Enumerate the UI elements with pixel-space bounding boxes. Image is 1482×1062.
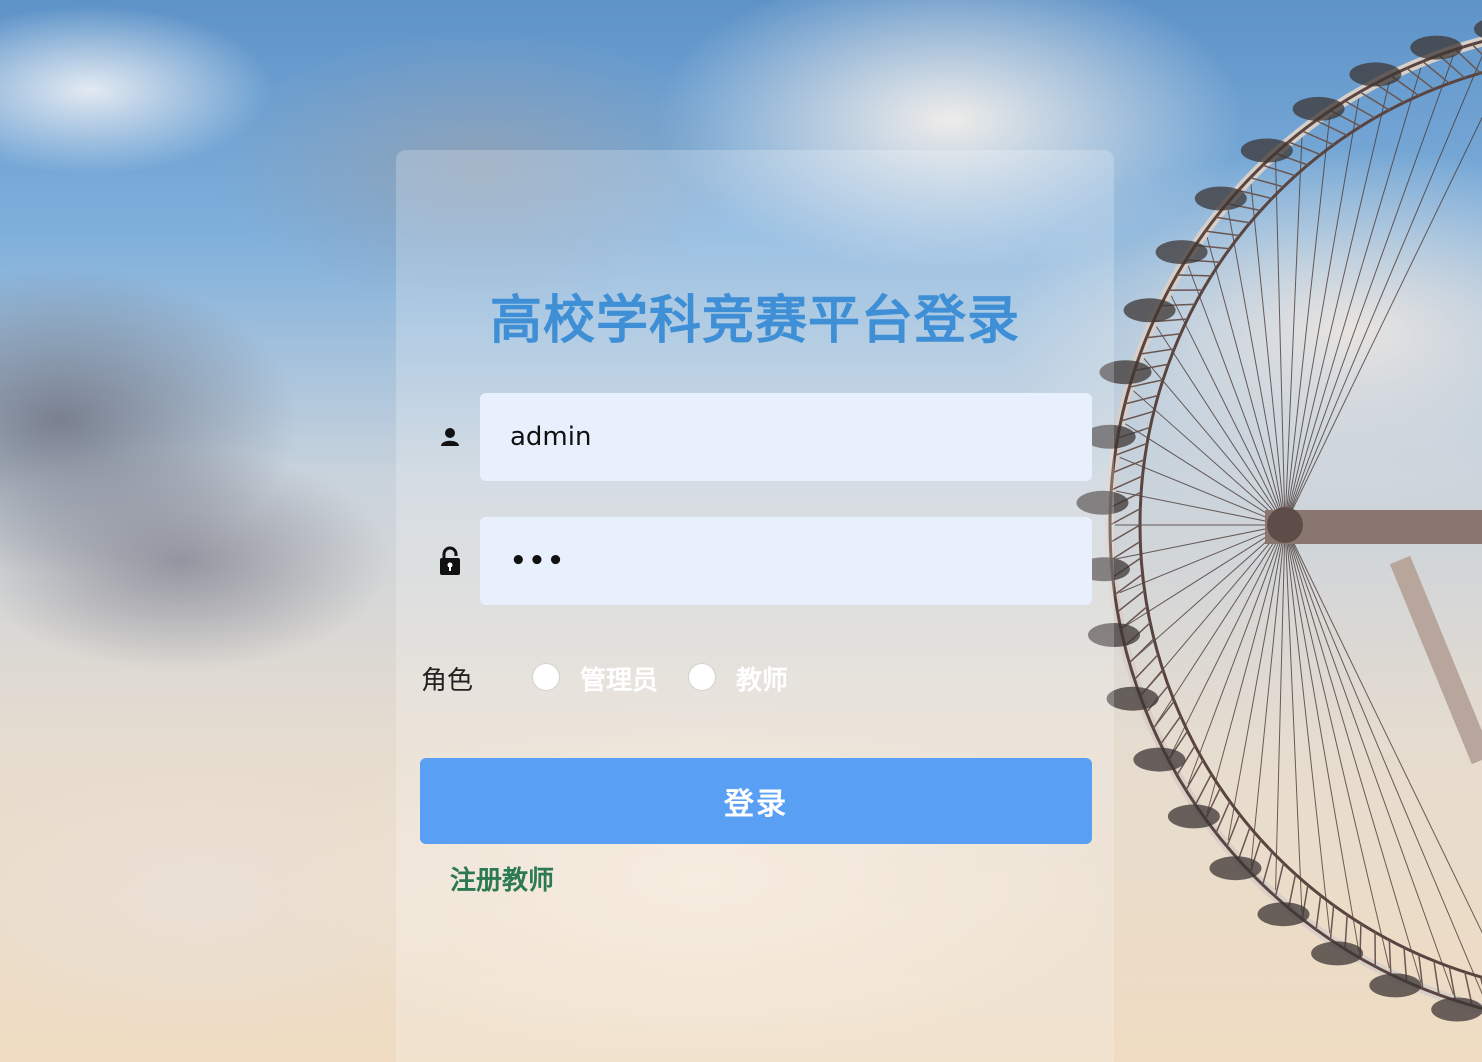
role-option-admin-label[interactable]: 管理员 xyxy=(580,660,658,697)
role-option-teacher-label[interactable]: 教师 xyxy=(736,660,788,697)
page-title: 高校学科竞赛平台登录 xyxy=(489,291,1020,351)
lock-icon xyxy=(438,546,462,576)
login-button[interactable]: 登录 xyxy=(420,758,1092,844)
role-radio-teacher[interactable] xyxy=(689,664,715,690)
role-label: 角色 xyxy=(421,666,474,696)
user-icon xyxy=(438,425,462,449)
register-teacher-link[interactable]: 注册教师 xyxy=(450,860,554,897)
role-radio-admin[interactable] xyxy=(533,664,559,690)
username-input[interactable] xyxy=(480,393,1092,481)
password-input[interactable] xyxy=(480,517,1092,605)
